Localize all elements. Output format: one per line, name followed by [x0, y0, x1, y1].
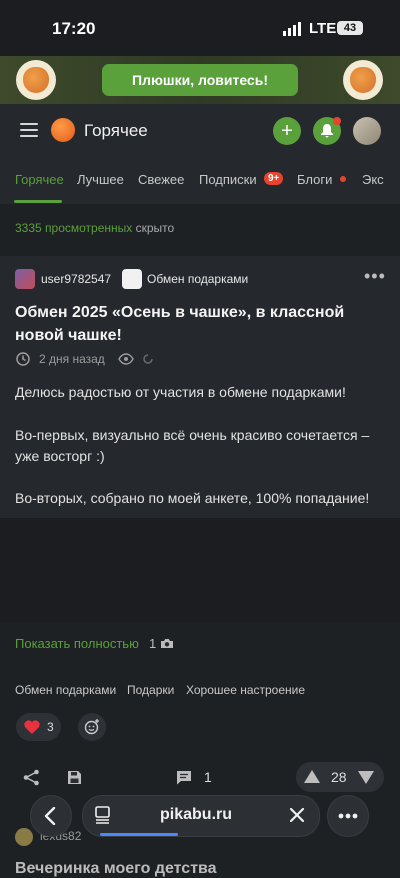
photo-count: 1 — [149, 636, 174, 651]
hidden-count[interactable]: 3335 просмотренных — [15, 221, 132, 235]
user-avatar[interactable] — [353, 117, 381, 145]
eye-icon — [118, 353, 134, 365]
add-reaction-button[interactable] — [78, 713, 106, 741]
signal-icon — [283, 22, 301, 36]
post-title[interactable]: Обмен 2025 «Осень в чашке», в классной н… — [15, 301, 385, 347]
like-reaction-button[interactable]: 3 — [16, 713, 61, 741]
tag[interactable]: Хорошее настроение — [186, 683, 305, 697]
post-community[interactable]: Обмен подарками — [147, 272, 248, 286]
upvote-icon[interactable] — [304, 770, 320, 783]
network-label: LTE — [309, 20, 337, 37]
more-options-icon[interactable]: ••• — [364, 266, 386, 287]
author-avatar[interactable] — [15, 269, 35, 289]
show-full-link[interactable]: Показать полностью — [15, 636, 139, 651]
chevron-left-icon — [44, 807, 56, 825]
tab-subscriptions[interactable]: Подписки — [199, 172, 257, 187]
tab-fresh[interactable]: Свежее — [138, 172, 184, 187]
next-author-avatar[interactable] — [15, 828, 33, 846]
url-text[interactable]: pikabu.ru — [160, 806, 232, 824]
promo-button[interactable]: Плюшки, ловитесь! — [102, 64, 298, 96]
photo-count-value: 1 — [149, 636, 157, 651]
tag[interactable]: Обмен подарками — [15, 683, 116, 697]
blogs-dot — [340, 176, 346, 182]
back-button[interactable] — [30, 795, 72, 837]
post-image[interactable] — [0, 518, 400, 622]
rating-value: 28 — [331, 769, 347, 785]
hidden-posts-line[interactable]: 3335 просмотренных скрыто — [15, 221, 174, 235]
hidden-suffix: скрыто — [135, 221, 175, 235]
status-time: 17:20 — [52, 19, 96, 38]
tab-hot[interactable]: Горячее — [15, 172, 64, 187]
loading-icon — [143, 354, 153, 364]
tag[interactable]: Подарки — [127, 683, 174, 697]
page-load-progress — [100, 833, 178, 836]
cookie-icon — [16, 60, 56, 100]
post-author[interactable]: user9782547 — [41, 272, 111, 286]
post-paragraph: Делюсь радостью от участия в обмене пода… — [15, 384, 346, 400]
smile-plus-icon — [84, 719, 99, 735]
comments-count[interactable]: 1 — [204, 769, 212, 785]
more-dots-icon — [338, 813, 358, 819]
community-avatar[interactable] — [122, 269, 142, 289]
tabs-icon[interactable] — [95, 806, 111, 824]
tab-more[interactable]: Экс — [362, 172, 384, 187]
post-paragraph: Во-первых, визуально всё очень красиво с… — [15, 427, 370, 464]
likes-count: 3 — [47, 720, 54, 734]
post-paragraph: Во-вторых, собрано по моей анкете, 100% … — [15, 490, 370, 506]
active-tab-indicator — [14, 200, 62, 203]
downvote-icon[interactable] — [358, 771, 374, 784]
close-icon[interactable] — [289, 807, 305, 823]
bell-icon — [321, 124, 333, 138]
page-title[interactable]: Горячее — [84, 121, 148, 141]
subscriptions-badge: 9+ — [264, 172, 284, 185]
tab-best[interactable]: Лучшее — [77, 172, 124, 187]
save-icon[interactable] — [67, 770, 82, 785]
notification-dot — [333, 117, 341, 125]
logo-icon[interactable] — [51, 118, 75, 142]
camera-icon — [160, 639, 173, 648]
comments-icon[interactable] — [176, 770, 192, 785]
battery-icon: 43 — [337, 21, 363, 35]
clock-icon — [16, 352, 30, 366]
share-icon[interactable] — [23, 769, 40, 786]
cookie-icon — [343, 60, 383, 100]
menu-icon[interactable] — [20, 123, 38, 137]
browser-menu-button[interactable] — [327, 795, 369, 837]
tab-blogs[interactable]: Блоги — [297, 172, 332, 187]
next-post-title[interactable]: Вечеринка моего детства — [15, 860, 217, 878]
heart-icon — [24, 720, 40, 734]
add-post-button[interactable]: + — [273, 117, 301, 145]
post-time: 2 дня назад — [39, 352, 105, 366]
